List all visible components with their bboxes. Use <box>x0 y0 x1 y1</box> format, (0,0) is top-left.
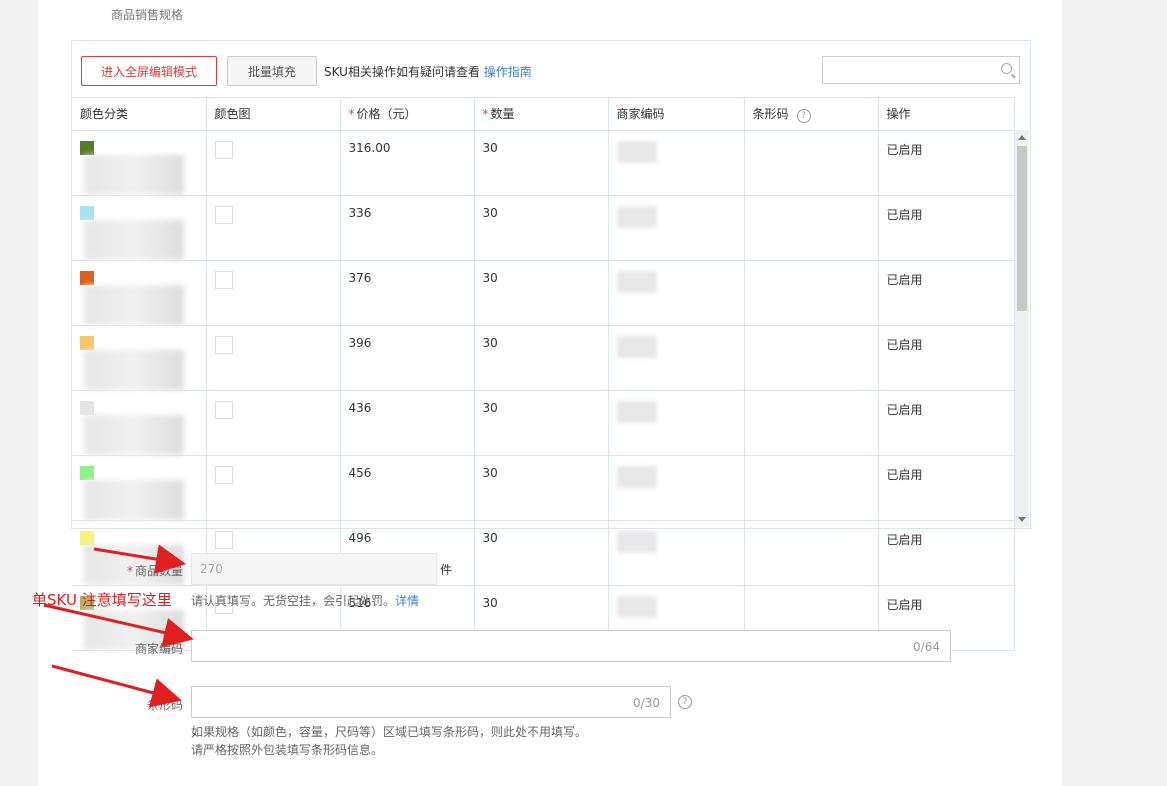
annotation-arrows <box>43 544 194 708</box>
arrow-to-merchant-code <box>43 603 194 648</box>
arrow-to-barcode <box>51 664 182 708</box>
arrow-to-quantity <box>93 544 186 574</box>
